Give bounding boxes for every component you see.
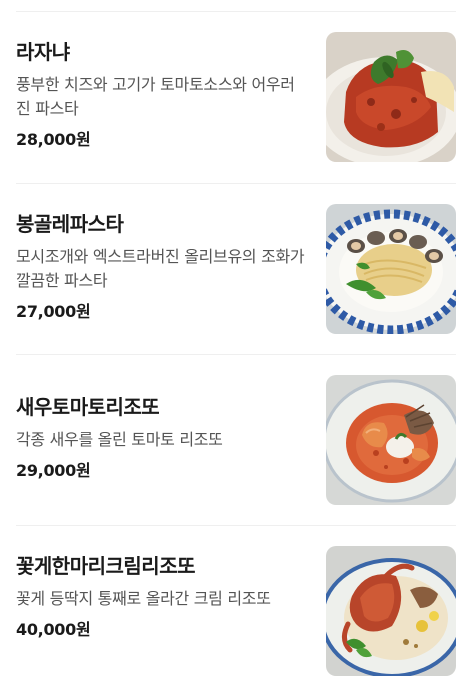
- menu-item-price: 40,000원: [16, 620, 91, 639]
- lasagna-photo-graphic: [326, 32, 456, 162]
- menu-item-text: 봉골레파스타 모시조개와 엑스트라버진 올리브유의 조화가 깔끔한 파스타 27…: [16, 204, 308, 323]
- vongole-pasta-photo[interactable]: [326, 204, 456, 334]
- crab-cream-risotto-photo-graphic: [326, 546, 456, 676]
- menu-item-price: 29,000원: [16, 461, 91, 480]
- menu-item-price: 28,000원: [16, 130, 91, 149]
- divider: [16, 525, 456, 526]
- menu-item-shrimp-tomato-risotto[interactable]: 새우토마토리조또 각종 새우를 올린 토마토 리조또 29,000원: [16, 375, 456, 505]
- divider: [16, 183, 456, 184]
- menu-item-name: 라자냐: [16, 40, 70, 64]
- shrimp-tomato-risotto-photo[interactable]: [326, 375, 456, 505]
- menu-item-price: 27,000원: [16, 302, 91, 321]
- menu-item-lasagna[interactable]: 라자냐 풍부한 치즈와 고기가 토마토소스와 어우러진 파스타 28,000원: [16, 32, 456, 162]
- vongole-pasta-photo-graphic: [326, 204, 456, 334]
- menu-item-description: 각종 새우를 올린 토마토 리조또: [16, 430, 223, 449]
- menu-item-name: 꽃게한마리크림리조또: [16, 554, 196, 578]
- menu-item-text: 라자냐 풍부한 치즈와 고기가 토마토소스와 어우러진 파스타 28,000원: [16, 32, 308, 151]
- crab-cream-risotto-photo[interactable]: [326, 546, 456, 676]
- shrimp-tomato-risotto-photo-graphic: [326, 375, 456, 505]
- menu-item-name: 봉골레파스타: [16, 212, 124, 236]
- divider: [16, 11, 456, 12]
- lasagna-photo[interactable]: [326, 32, 456, 162]
- menu-item-description: 모시조개와 엑스트라버진 올리브유의 조화가 깔끔한 파스타: [16, 247, 305, 290]
- menu-item-name: 새우토마토리조또: [16, 395, 160, 419]
- divider: [16, 354, 456, 355]
- menu-list: 라자냐 풍부한 치즈와 고기가 토마토소스와 어우러진 파스타 28,000원: [0, 0, 468, 684]
- menu-item-text: 새우토마토리조또 각종 새우를 올린 토마토 리조또 29,000원: [16, 375, 308, 482]
- menu-item-crab-cream-risotto[interactable]: 꽃게한마리크림리조또 꽃게 등딱지 통째로 올라간 크림 리조또 40,000원: [16, 546, 456, 676]
- menu-item-vongole[interactable]: 봉골레파스타 모시조개와 엑스트라버진 올리브유의 조화가 깔끔한 파스타 27…: [16, 204, 456, 334]
- menu-item-description: 풍부한 치즈와 고기가 토마토소스와 어우러진 파스타: [16, 75, 295, 118]
- menu-item-description: 꽃게 등딱지 통째로 올라간 크림 리조또: [16, 589, 271, 608]
- menu-item-text: 꽃게한마리크림리조또 꽃게 등딱지 통째로 올라간 크림 리조또 40,000원: [16, 546, 308, 641]
